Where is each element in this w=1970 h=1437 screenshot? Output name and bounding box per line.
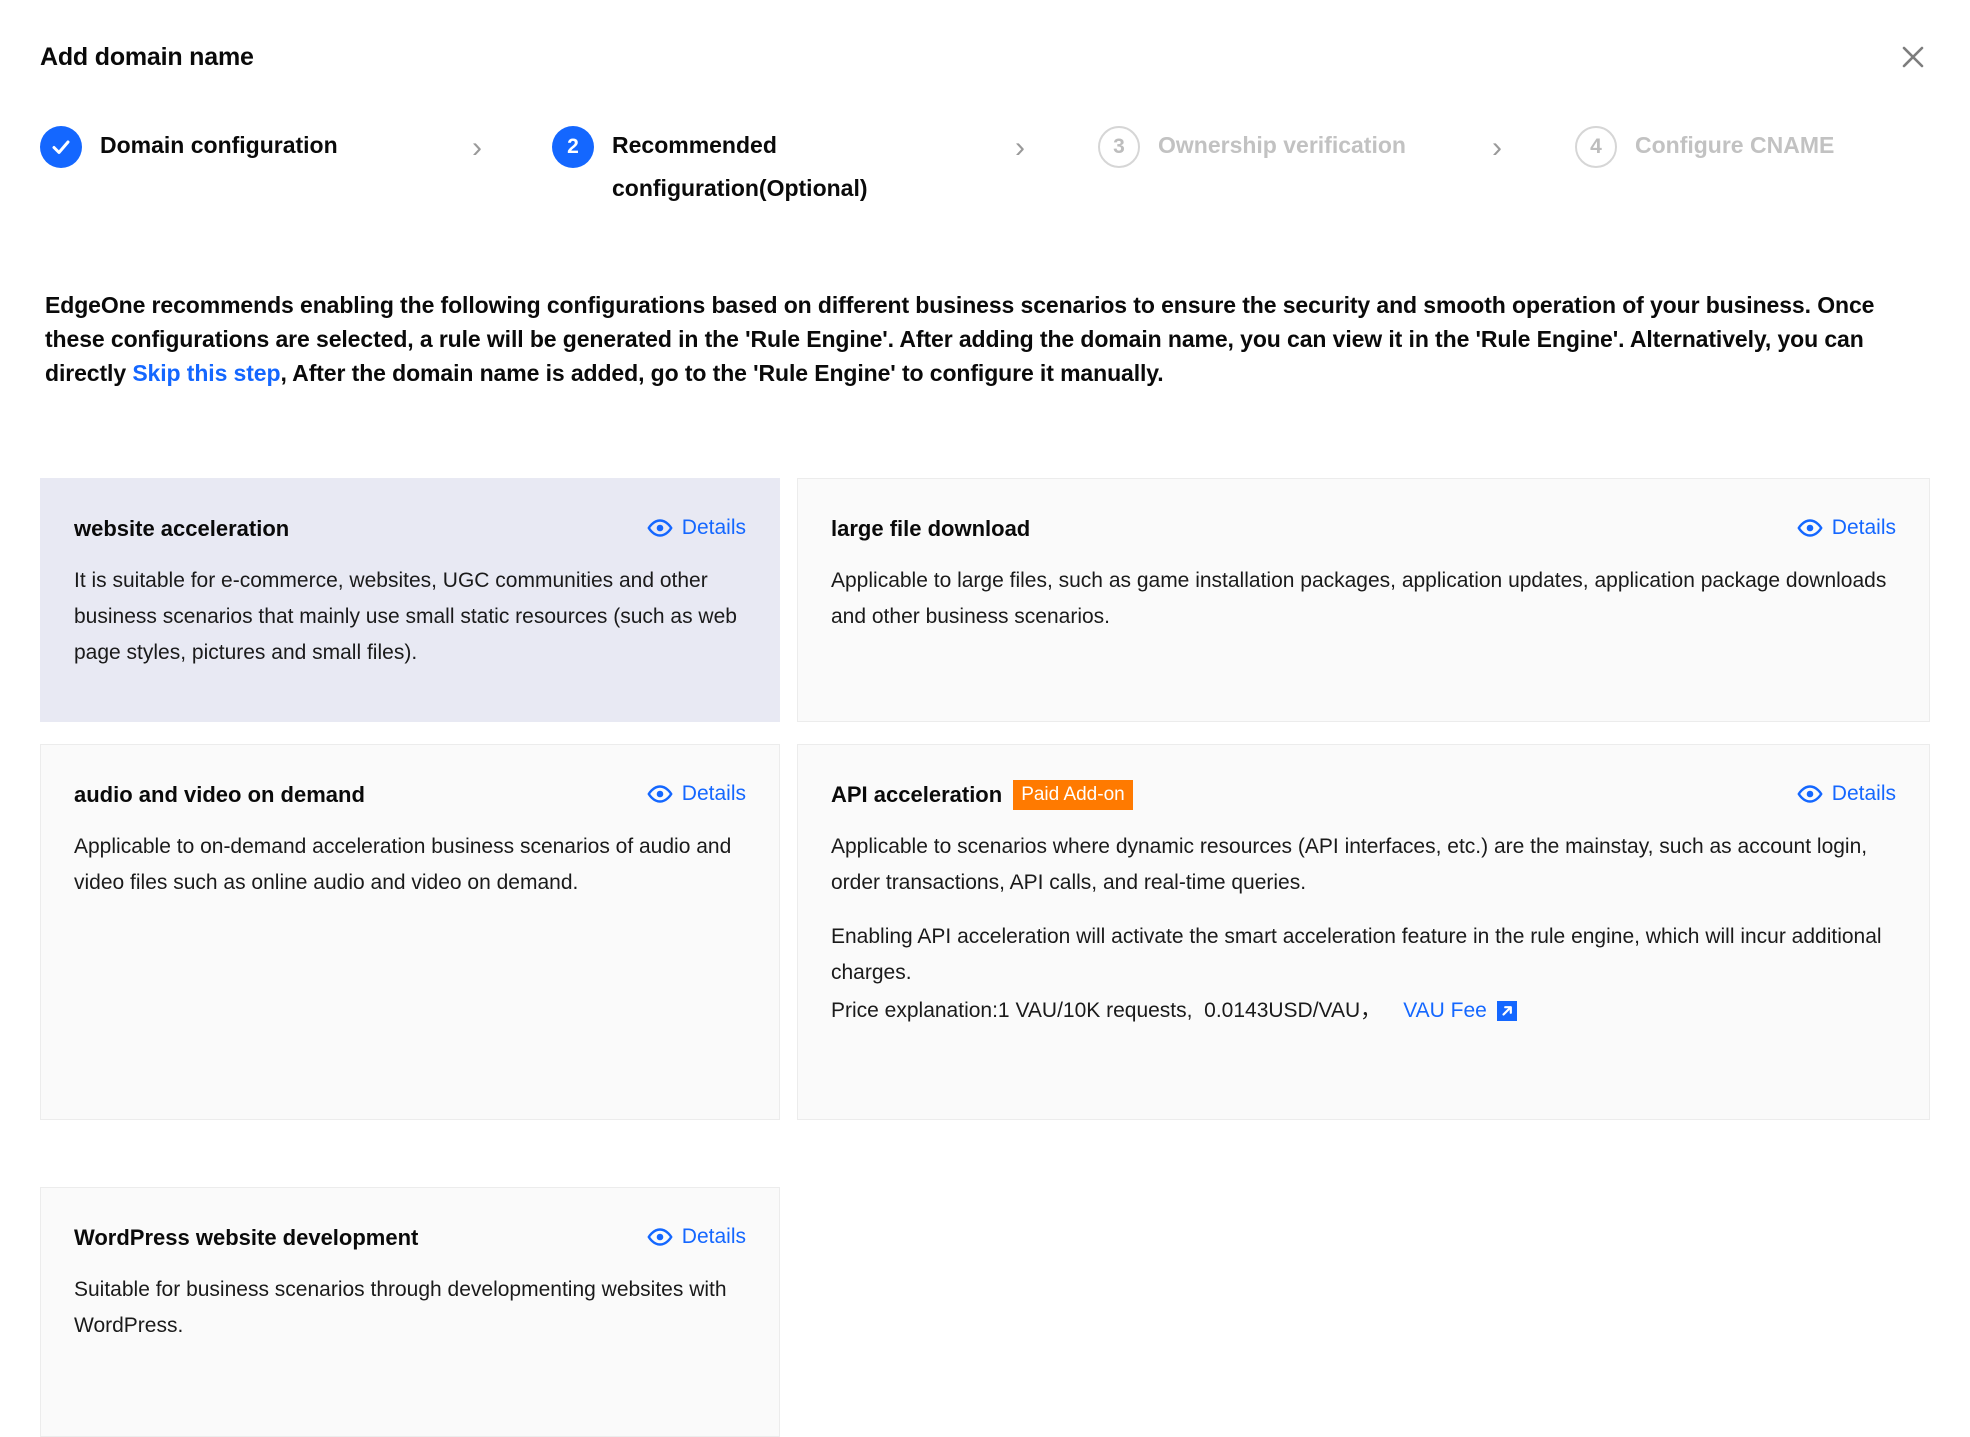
- card-api-acceleration[interactable]: API acceleration Paid Add-on Details App…: [797, 744, 1930, 1120]
- details-link-large-file-download[interactable]: Details: [1797, 513, 1896, 543]
- check-icon: [52, 140, 70, 154]
- card-audio-and-video-on-demand[interactable]: audio and video on demand Details Applic…: [40, 744, 780, 1120]
- modal-header: Add domain name: [40, 40, 1930, 74]
- details-link-wordpress-website-development[interactable]: Details: [647, 1222, 746, 1252]
- card-description: Applicable to on-demand acceleration bus…: [74, 835, 732, 894]
- card-header: audio and video on demand Details: [74, 779, 746, 811]
- step-2-label: Recommended configuration(Optional): [612, 132, 868, 201]
- card-title: audio and video on demand: [74, 782, 365, 807]
- eye-icon: [647, 785, 673, 803]
- card-title: WordPress website development: [74, 1225, 419, 1250]
- step-4-circle: 4: [1575, 126, 1617, 168]
- intro-paragraph: EdgeOne recommends enabling the followin…: [45, 288, 1917, 390]
- add-domain-modal: Add domain name Domain configuration › 2…: [0, 0, 1970, 1437]
- card-large-file-download[interactable]: large file download Details Applicable t…: [797, 478, 1930, 722]
- card-description: It is suitable for e-commerce, websites,…: [74, 569, 737, 664]
- card-header: API acceleration Paid Add-on Details: [831, 779, 1896, 811]
- step-3-circle: 3: [1098, 126, 1140, 168]
- status-badge-paid-add-on: Paid Add-on: [1013, 780, 1133, 810]
- intro-text-part-2: , After the domain name is added, go to …: [280, 360, 1164, 386]
- step-1-label: Domain configuration: [100, 132, 338, 158]
- card-wordpress-website-development[interactable]: WordPress website development Details Su…: [40, 1187, 780, 1437]
- eye-icon: [647, 519, 673, 537]
- details-label: Details: [681, 516, 746, 539]
- card-website-acceleration[interactable]: website acceleration Details It is suita…: [40, 478, 780, 722]
- skip-this-step-link[interactable]: Skip this step: [132, 360, 280, 386]
- card-description-primary: Applicable to scenarios where dynamic re…: [831, 835, 1868, 894]
- step-recommended-configuration[interactable]: 2 Recommended configuration(Optional): [552, 124, 942, 210]
- stepper: Domain configuration › 2 Recommended con…: [40, 124, 1930, 214]
- step-configure-cname[interactable]: 4 Configure CNAME: [1575, 124, 1834, 168]
- card-title: website acceleration: [74, 516, 290, 541]
- details-link-website-acceleration[interactable]: Details: [647, 513, 746, 543]
- step-separator-1: ›: [472, 131, 482, 164]
- card-header: website acceleration Details: [74, 513, 746, 545]
- details-link-audio-and-video-on-demand[interactable]: Details: [647, 779, 746, 809]
- card-description-secondary: Enabling API acceleration will activate …: [831, 925, 1882, 984]
- price-explanation-text: Price explanation:1 VAU/10K requests, 0.…: [831, 999, 1382, 1022]
- card-title: API acceleration: [831, 782, 1003, 807]
- details-label: Details: [681, 1225, 746, 1248]
- details-link-api-acceleration[interactable]: Details: [1797, 779, 1896, 809]
- card-header: WordPress website development Details: [74, 1222, 746, 1254]
- step-1-circle: [40, 126, 82, 168]
- eye-icon: [1797, 519, 1823, 537]
- step-4-label: Configure CNAME: [1635, 132, 1835, 158]
- close-icon[interactable]: [1896, 40, 1930, 74]
- details-label: Details: [1831, 782, 1896, 805]
- price-explanation: Price explanation:1 VAU/10K requests, 0.…: [831, 993, 1896, 1029]
- eye-icon: [647, 1228, 673, 1246]
- vau-fee-link[interactable]: VAU Fee: [1403, 993, 1487, 1029]
- card-description: Applicable to large files, such as game …: [831, 569, 1887, 628]
- card-title: large file download: [831, 516, 1031, 541]
- step-ownership-verification[interactable]: 3 Ownership verification: [1098, 124, 1406, 168]
- external-link-icon[interactable]: [1496, 1000, 1518, 1022]
- step-domain-configuration[interactable]: Domain configuration: [40, 124, 338, 168]
- eye-icon: [1797, 785, 1823, 803]
- step-separator-2: ›: [1015, 131, 1025, 164]
- details-label: Details: [681, 782, 746, 805]
- step-separator-3: ›: [1492, 131, 1502, 164]
- step-3-label: Ownership verification: [1158, 132, 1406, 158]
- card-header: large file download Details: [831, 513, 1896, 545]
- details-label: Details: [1831, 516, 1896, 539]
- step-2-circle: 2: [552, 126, 594, 168]
- card-description: Suitable for business scenarios through …: [74, 1278, 727, 1337]
- page-title: Add domain name: [40, 43, 254, 71]
